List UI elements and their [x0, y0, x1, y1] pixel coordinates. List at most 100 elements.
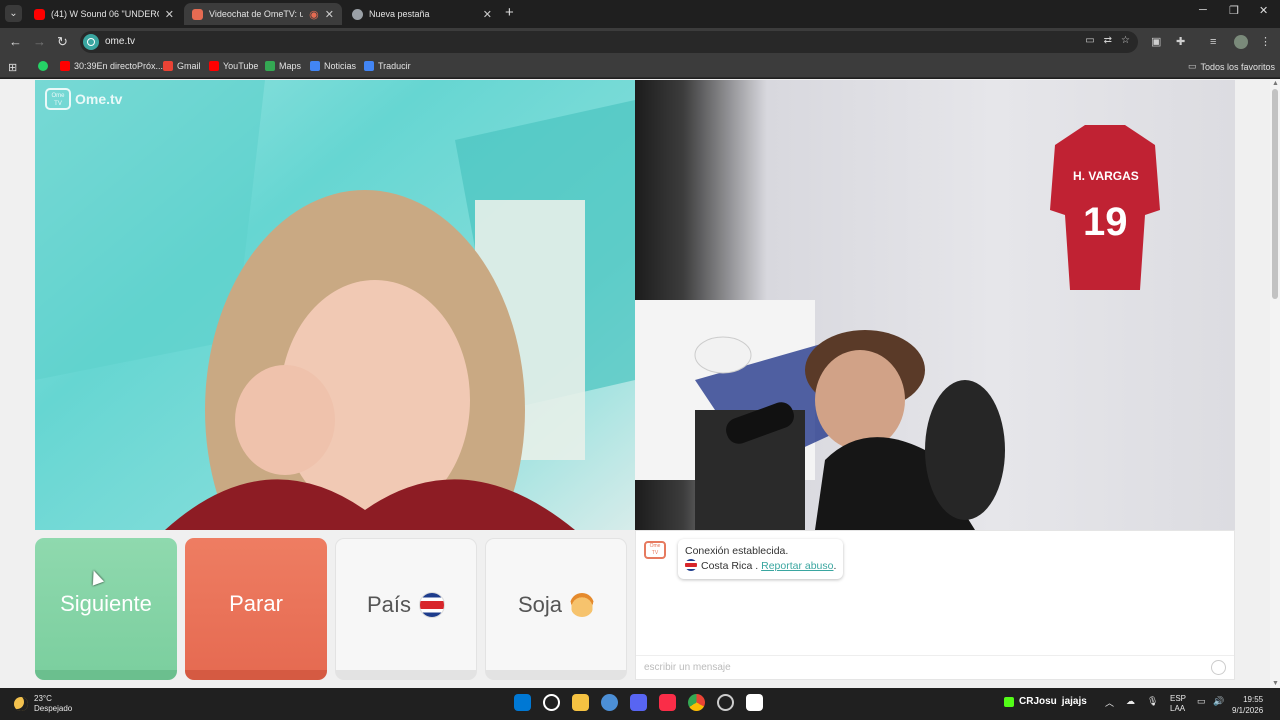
- chrome-icon[interactable]: [688, 694, 705, 711]
- bookmark-gmail[interactable]: Gmail: [163, 61, 201, 71]
- message-placeholder: escribir un mensaje: [644, 662, 731, 673]
- ometv-icon: [192, 8, 203, 20]
- gmail-icon: [163, 61, 173, 71]
- language-indicator[interactable]: ESP LAA: [1170, 694, 1186, 714]
- jersey-name-text: H. VARGAS: [1073, 169, 1139, 183]
- ometv-logo: Ome TV Ome.tv: [45, 88, 122, 110]
- gender-button[interactable]: Soja: [485, 538, 627, 680]
- profile-avatar[interactable]: [1234, 35, 1248, 49]
- jersey-number-text: 19: [1083, 200, 1128, 244]
- recording-icon: ◉: [309, 8, 319, 21]
- stop-button[interactable]: Parar: [185, 538, 327, 680]
- reload-icon[interactable]: ↻: [57, 34, 68, 50]
- tab-title: Nueva pestaña: [369, 9, 430, 19]
- gender-label: Soja: [517, 591, 563, 617]
- translate-icon[interactable]: ⇄: [1104, 35, 1112, 46]
- bookmark-label: Maps: [279, 61, 302, 71]
- start-icon[interactable]: [514, 694, 531, 711]
- scroll-up-icon[interactable]: ▲: [1272, 80, 1279, 87]
- settings-icon[interactable]: [601, 694, 618, 711]
- capcut-icon[interactable]: [746, 694, 763, 711]
- youtube-icon: [34, 8, 45, 20]
- self-video: H. VARGAS 19: [635, 80, 1235, 530]
- country-button[interactable]: País: [335, 538, 477, 680]
- bookmark-live[interactable]: 30:39En directoPróx...: [60, 61, 163, 71]
- stop-label: Parar: [229, 591, 283, 616]
- emoji-icon[interactable]: [1211, 660, 1226, 675]
- forward-icon[interactable]: →: [33, 34, 46, 50]
- news-icon: [310, 61, 320, 71]
- weather-widget[interactable]: 23°C Despejado: [14, 694, 72, 714]
- menu-icon[interactable]: ⋮: [1260, 35, 1271, 49]
- costa-rica-flag-icon: [419, 591, 446, 618]
- close-window-icon[interactable]: ✕: [1259, 4, 1268, 17]
- close-tab-icon[interactable]: ✕: [483, 8, 492, 21]
- scroll-thumb[interactable]: [1272, 89, 1278, 299]
- bookmark-star-icon[interactable]: ☆: [1121, 35, 1130, 46]
- bookmark-label: Noticias: [324, 61, 357, 71]
- address-bar[interactable]: ome.tv ▭ ⇄ ☆: [80, 31, 1138, 53]
- maximize-icon[interactable]: ❐: [1229, 4, 1239, 17]
- stranger-video-frame: [35, 80, 635, 530]
- new-tab-button[interactable]: +: [505, 4, 514, 22]
- apps-grid-icon[interactable]: ⊞: [8, 61, 17, 74]
- bookmark-label: Gmail: [177, 61, 201, 71]
- costa-rica-flag-icon: [685, 559, 697, 571]
- url-text: ome.tv: [105, 36, 136, 47]
- clock-time: 19:55: [1243, 695, 1264, 704]
- bookmarks-bar: ⊞ 30:39En directoPróx... Gmail YouTube M…: [0, 56, 1280, 78]
- cast-icon[interactable]: ▭: [1085, 35, 1094, 46]
- self-video-frame: H. VARGAS 19: [635, 125, 1160, 530]
- bookmark-traducir[interactable]: Traducir: [364, 61, 411, 71]
- message-input[interactable]: escribir un mensaje: [636, 655, 1234, 679]
- search-icon[interactable]: [543, 694, 560, 711]
- bookmark-label: Traducir: [378, 61, 411, 71]
- country-label: País: [366, 591, 412, 617]
- media-control-icon[interactable]: ≡: [1210, 35, 1216, 49]
- ometv-chat-icon: Ome TV: [644, 541, 666, 559]
- tab-strip: ⌄ (41) W Sound 06 "UNDERCRO... ✕ Videoch…: [0, 0, 1280, 28]
- site-info-icon[interactable]: [83, 34, 99, 50]
- now-playing-widget[interactable]: CRJosu jajajs: [1004, 696, 1087, 707]
- translate-icon: [364, 61, 374, 71]
- tab-search-button[interactable]: ⌄: [5, 5, 22, 22]
- monitor-icon[interactable]: ▭: [1197, 696, 1206, 707]
- cloud-icon[interactable]: ☁: [1126, 696, 1135, 707]
- language-top: ESP: [1170, 694, 1187, 703]
- all-bookmarks[interactable]: ▭ Todos los favoritos: [1188, 61, 1275, 72]
- extensions-puzzle-icon[interactable]: ✚: [1176, 35, 1185, 49]
- boy-face-icon: [570, 592, 595, 617]
- volume-icon[interactable]: 🔊: [1213, 696, 1224, 707]
- scroll-down-icon[interactable]: ▼: [1272, 680, 1279, 687]
- next-button[interactable]: Siguiente: [35, 538, 177, 680]
- system-message: Conexión establecida. Costa Rica . Repor…: [678, 539, 844, 579]
- whatsapp-icon: [38, 61, 48, 71]
- discord-icon[interactable]: [630, 694, 647, 711]
- tray-overflow-icon[interactable]: ︿: [1105, 696, 1114, 709]
- minimize-icon[interactable]: ─: [1199, 4, 1207, 16]
- chrome-icon: [352, 8, 363, 20]
- music-icon[interactable]: [659, 694, 676, 711]
- clock[interactable]: 19:55 9/1/2026: [1232, 694, 1263, 716]
- tab-ometv[interactable]: Videochat de OmeTV: una al... ◉ ✕: [184, 3, 342, 25]
- bookmark-label: YouTube: [223, 61, 259, 71]
- bookmark-noticias[interactable]: Noticias: [310, 61, 356, 71]
- microphone-icon[interactable]: 🎙: [1147, 696, 1158, 707]
- scrollbar[interactable]: ▲ ▼: [1270, 79, 1280, 688]
- close-tab-icon[interactable]: ✕: [325, 8, 334, 21]
- report-suffix: .: [833, 560, 837, 572]
- tab-new[interactable]: Nueva pestaña ✕: [344, 3, 500, 25]
- bookmark-youtube[interactable]: YouTube: [209, 61, 258, 71]
- taskbar-apps: [514, 694, 763, 711]
- windows-taskbar: 23°C Despejado CRJosu jajajs ︿ ☁ 🎙 ESP L…: [0, 688, 1280, 720]
- file-explorer-icon[interactable]: [572, 694, 589, 711]
- bookmark-whatsapp[interactable]: [38, 61, 52, 71]
- obs-icon[interactable]: [717, 694, 734, 711]
- close-tab-icon[interactable]: ✕: [165, 8, 174, 21]
- moon-icon: [14, 697, 28, 711]
- bookmark-maps[interactable]: Maps: [265, 61, 301, 71]
- back-icon[interactable]: ←: [9, 34, 22, 50]
- extension-icon[interactable]: ▣: [1151, 35, 1161, 49]
- report-abuse-link[interactable]: Reportar abuso: [761, 560, 833, 572]
- tab-youtube[interactable]: (41) W Sound 06 "UNDERCRO... ✕: [26, 3, 182, 25]
